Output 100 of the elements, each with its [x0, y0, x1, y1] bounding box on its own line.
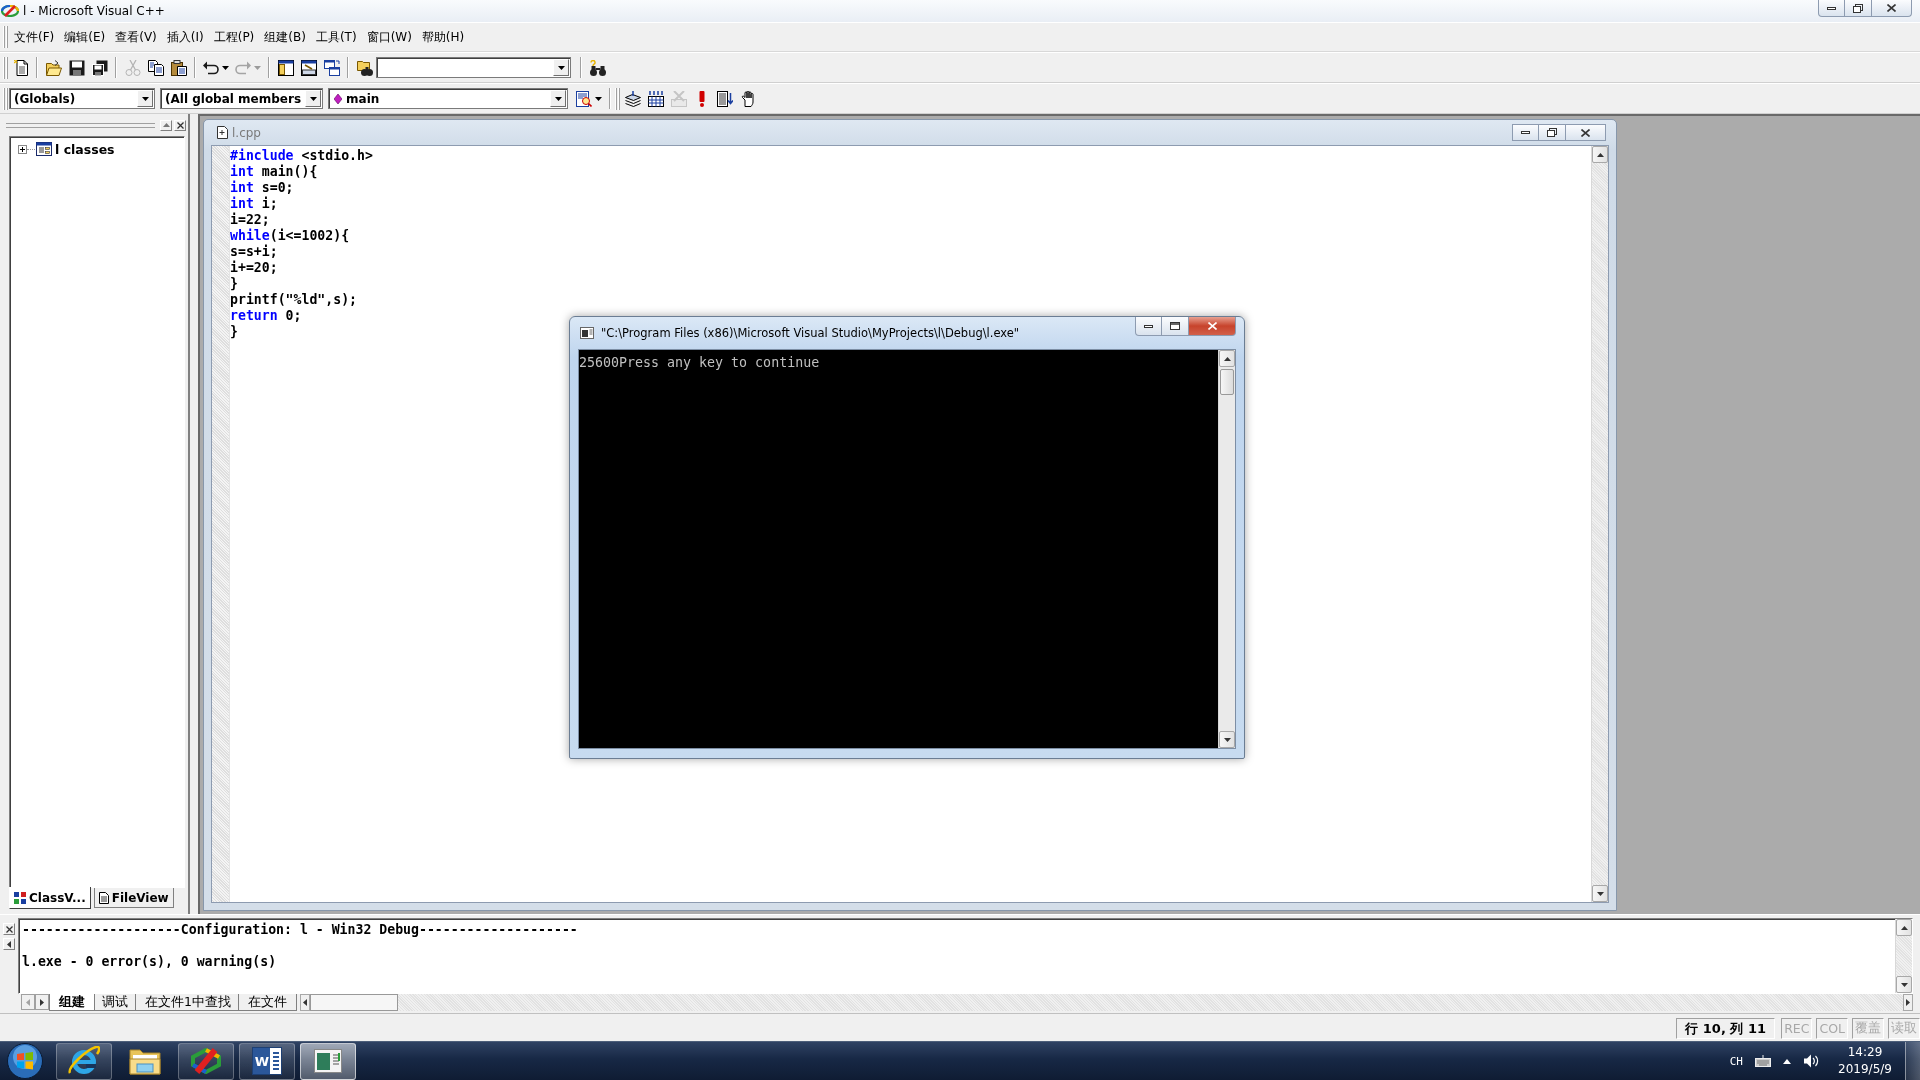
code-line: i+=20;	[230, 260, 278, 276]
orb-icon	[7, 1043, 43, 1079]
status-indicator: 读取	[1888, 1018, 1920, 1039]
pane-maximize-button[interactable]	[160, 119, 172, 131]
scroll-up-button[interactable]	[1592, 146, 1608, 163]
code-line: }	[230, 324, 238, 340]
tab-scroll-right-button[interactable]	[35, 994, 49, 1010]
pane-dock-button[interactable]	[3, 938, 15, 950]
workspace-tab[interactable]: FileView	[93, 888, 174, 908]
exclamation-icon	[698, 90, 705, 107]
folder-icon	[129, 1047, 161, 1075]
minimize-icon	[1827, 6, 1836, 10]
code-line: i=22;	[230, 212, 270, 228]
right-arrow-icon	[40, 998, 44, 1006]
show-desktop-button[interactable]	[1905, 1042, 1920, 1080]
scroll-down-button[interactable]	[1896, 976, 1912, 993]
tree-item[interactable]: l classes	[10, 140, 115, 158]
scroll-up-button[interactable]	[1219, 350, 1235, 367]
code-line: int main(){	[230, 164, 318, 180]
minimize-icon	[1521, 131, 1530, 134]
left-arrow-icon	[7, 940, 11, 948]
window-icon	[314, 1049, 342, 1073]
page-down-arrow-icon	[716, 90, 733, 107]
cursor-position: 行 10, 列 11	[1676, 1018, 1776, 1039]
close-icon	[1207, 322, 1217, 330]
console-output: 25600Press any key to continue	[579, 355, 820, 370]
right-arrow-icon	[1906, 999, 1910, 1006]
output-line: l.exe - 0 error(s), 0 warning(s)	[22, 954, 277, 970]
scroll-right-button[interactable]	[1903, 994, 1913, 1011]
minimize-button[interactable]	[1818, 0, 1845, 17]
scroll-thumb[interactable]	[1220, 369, 1234, 395]
classes-icon	[36, 142, 52, 156]
scroll-down-button[interactable]	[1219, 731, 1235, 748]
crossed-sheet-icon	[670, 90, 687, 107]
window-title: l - Microsoft Visual C++	[23, 4, 165, 18]
horizontal-scrollbar[interactable]	[299, 994, 1913, 1011]
ring-logo-icon	[190, 1048, 222, 1074]
close-icon	[5, 925, 13, 933]
output-tab[interactable]: 在文件	[237, 994, 297, 1011]
maximize-button[interactable]	[1162, 317, 1189, 336]
close-icon	[1581, 128, 1590, 137]
up-arrow-icon	[1223, 356, 1231, 361]
minimize-button[interactable]	[1135, 317, 1162, 336]
language-indicator[interactable]: CH	[1729, 1054, 1743, 1068]
hand-icon	[740, 90, 755, 107]
blocks-icon	[14, 891, 26, 904]
restore-button[interactable]	[1539, 124, 1566, 141]
pane-close-button[interactable]	[174, 119, 186, 131]
start-button[interactable]	[5, 1042, 45, 1080]
browser-taskbar-button[interactable]	[56, 1042, 112, 1080]
close-icon	[1887, 4, 1896, 12]
triangle-icon	[162, 123, 170, 127]
document-taskbar-button[interactable]: W	[239, 1042, 295, 1080]
code-line: int i;	[230, 196, 278, 212]
output-tab[interactable]: 在文件1中查找	[135, 994, 241, 1011]
stacked-sheets-icon	[624, 90, 641, 107]
close-button[interactable]	[1566, 124, 1606, 141]
code-line: printf("%ld",s);	[230, 292, 358, 308]
output-tab[interactable]: 组建	[49, 994, 95, 1011]
minimize-button[interactable]	[1512, 124, 1539, 141]
code-line: s=s+i;	[230, 244, 278, 260]
code-line: int s=0;	[230, 180, 294, 196]
up-arrow-icon	[1900, 925, 1908, 930]
scroll-thumb[interactable]	[309, 994, 398, 1011]
workspace-tab[interactable]: ClassV...	[9, 887, 91, 909]
console-taskbar-button[interactable]	[300, 1042, 356, 1080]
console-icon	[580, 327, 594, 339]
scroll-up-button[interactable]	[1896, 919, 1912, 936]
vertical-scrollbar[interactable]	[1591, 146, 1608, 902]
speaker-icon[interactable]	[1803, 1054, 1819, 1068]
scroll-down-button[interactable]	[1592, 885, 1608, 902]
maximize-icon	[1170, 322, 1180, 330]
clock-date: 2019/5/9	[1838, 1061, 1892, 1078]
restore-icon	[1547, 128, 1557, 137]
vertical-scrollbar[interactable]	[1895, 919, 1912, 993]
code-line: while(i<=1002){	[230, 228, 350, 244]
keyboard-icon[interactable]	[1755, 1055, 1771, 1067]
up-arrow-icon	[1596, 152, 1604, 157]
restore-icon	[1853, 3, 1863, 13]
code-line: #include <stdio.h>	[230, 148, 373, 164]
close-button[interactable]	[1189, 317, 1236, 336]
document-title: l.cpp	[232, 125, 261, 140]
triangle-icon[interactable]	[1783, 1058, 1791, 1064]
status-indicator: 覆盖	[1852, 1018, 1884, 1039]
ring-logo-icon	[1, 5, 19, 17]
output-line: --------------------Configuration: l - Win32 Debug--------------------	[22, 922, 578, 938]
source-file-icon	[217, 126, 228, 139]
close-icon	[176, 121, 184, 129]
code-line: }	[230, 276, 238, 292]
vertical-scrollbar[interactable]	[1218, 350, 1235, 748]
page-icon	[98, 891, 109, 904]
document-icon: W	[252, 1047, 282, 1075]
ide-taskbar-button[interactable]	[178, 1042, 234, 1080]
close-button[interactable]	[1872, 0, 1912, 17]
pane-close-button[interactable]	[3, 923, 15, 935]
scroll-left-button[interactable]	[299, 994, 310, 1011]
restore-button[interactable]	[1845, 0, 1872, 17]
down-arrow-icon	[1223, 737, 1231, 742]
status-indicator: REC	[1781, 1018, 1813, 1039]
clock-time: 14:29	[1847, 1044, 1883, 1061]
